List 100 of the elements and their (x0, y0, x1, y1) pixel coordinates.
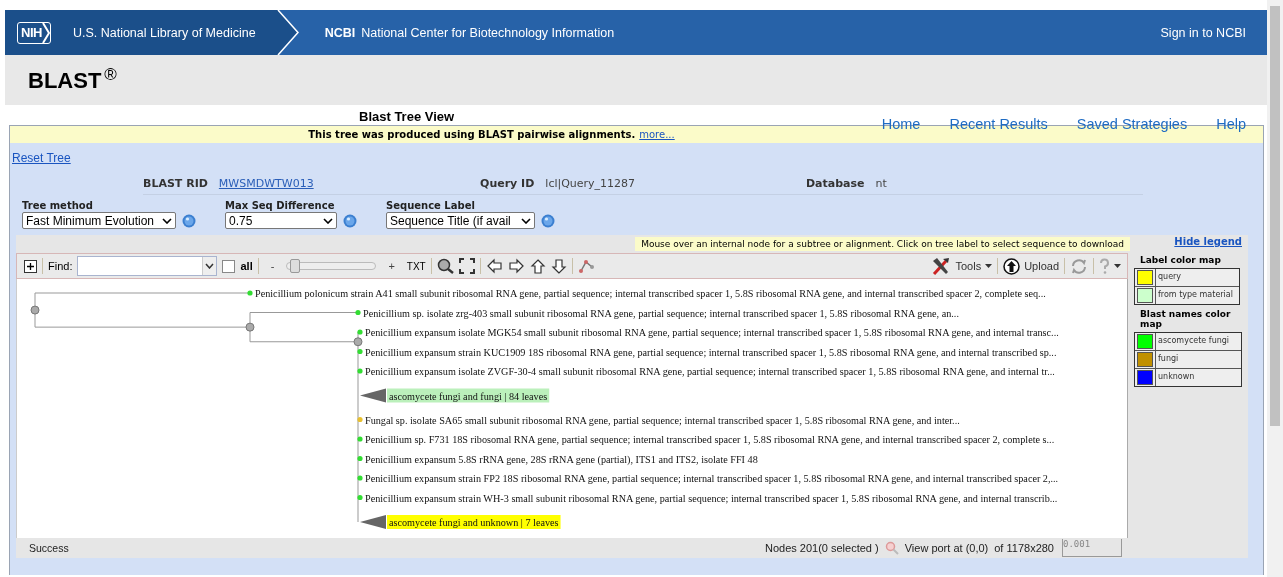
upload-icon (1003, 257, 1021, 275)
expand-icon[interactable] (24, 259, 37, 273)
help-icon[interactable] (541, 213, 555, 228)
leaf-label[interactable]: Penicillium expansum strain FP2 18S ribosomal RNA gene, partial sequence; internal transcribed spacer 1, 5.8S ribosomal RNA gene, and internal transcribed spacer 2,... (365, 473, 1059, 485)
legend-label: ascomycete fungi (1155, 333, 1241, 350)
node-count: Nodes 201(0 selected ) (764, 542, 879, 555)
leaf-node-dot[interactable] (357, 495, 363, 501)
arrow-left-icon[interactable] (485, 258, 503, 275)
leaf-node-dot[interactable] (357, 456, 363, 462)
zoom-slider[interactable] (286, 262, 377, 271)
find-field[interactable] (77, 256, 218, 277)
leaf-label[interactable]: Penicillium expansum strain WH-3 small subunit ribosomal RNA gene, partial sequence; internal transcribed spacer 1, 5.8S ribosomal RNA gene, and internal transcrib... (365, 492, 1058, 504)
leaf-label[interactable]: Fungal sp. isolate SA65 small subunit ribosomal RNA gene, partial sequence; internal transcribed spacer 1, 5.8S ribosomal RNA gene, and inter... (365, 414, 960, 426)
caret-icon (162, 217, 172, 224)
legend-title: Label color map (1140, 255, 1221, 265)
help-menu-button[interactable] (1099, 257, 1121, 275)
status-message: Success (29, 542, 69, 555)
reset-tree-link[interactable]: Reset Tree (12, 151, 71, 165)
option-label: Max Seq Difference (225, 200, 336, 211)
magnifier-icon[interactable] (436, 258, 454, 275)
caret-icon (323, 217, 333, 224)
hint-text: Mouse over an internal node for a subtree or alignment. Click on tree label to select sequence to download (635, 236, 1130, 251)
info-label: BLAST RID (143, 177, 208, 190)
viewport-text: View port at (0,0) (904, 542, 989, 555)
arrow-right-icon[interactable] (507, 258, 525, 275)
zoom-out-button[interactable]: - (263, 260, 282, 273)
internal-node[interactable] (30, 306, 40, 316)
legend-label: query (1155, 269, 1239, 286)
caret-icon (521, 217, 531, 224)
leaf-label[interactable]: Penicillium expansum strain KUC1909 18S ribosomal RNA gene, partial sequence; internal transcribed spacer 1, 5.8S ribosomal RNA gene, and internal transcribed sp... (365, 346, 1057, 358)
tools-icon (931, 257, 952, 276)
collapsed-subtree-icon[interactable] (360, 388, 386, 403)
help-icon[interactable] (343, 213, 357, 228)
txt-button[interactable]: TXT (406, 260, 426, 272)
find-label: Find: (48, 260, 73, 273)
question-mark-icon (1099, 257, 1110, 275)
sign-in-link[interactable]: Sign in to NCBI (1160, 25, 1246, 40)
leaf-label[interactable]: Penicillium expansum isolate ZVGF-30-4 small subunit ribosomal RNA gene, partial sequence; internal transcribed spacer 1, 5.8S ribosomal RNA gene, and internal tr... (365, 366, 1055, 378)
nav-link[interactable]: Saved Strategies (1076, 116, 1188, 132)
leaf-label[interactable]: Penicillium expansum isolate MGK54 small subunit ribosomal RNA gene, partial sequence; internal transcribed spacer 1, 5.8S ribosomal RNA gene, and internal transc... (365, 327, 1059, 339)
leaf-node-dot[interactable] (355, 310, 361, 316)
option-select[interactable]: Fast Minimum Evolution (22, 212, 176, 229)
info-value: lcl|Query_11287 (545, 177, 636, 190)
caret-icon (985, 264, 993, 269)
nih-logo[interactable]: NIH (17, 21, 51, 44)
nav-link[interactable]: Recent Results (949, 116, 1048, 132)
internal-node[interactable] (245, 323, 255, 333)
slider-thumb[interactable] (290, 259, 300, 274)
caret-icon (1114, 264, 1121, 269)
collapsed-subtree-label[interactable]: ascomycete fungi and unknown | 7 leaves (387, 515, 561, 530)
nav-link[interactable]: Home (881, 116, 921, 132)
rid-link[interactable]: MWSMDWTW013 (218, 177, 314, 190)
upload-button[interactable]: Upload (1003, 257, 1059, 275)
collapsed-subtree-label[interactable]: ascomycete fungi and fungi | 84 leaves (387, 388, 550, 403)
refresh-icon[interactable] (1070, 257, 1088, 275)
option-select[interactable]: Sequence Title (if avail (386, 212, 535, 229)
tools-button[interactable]: Tools (931, 257, 993, 276)
leaf-label[interactable]: Penicillium polonicum strain A41 small subunit ribosomal RNA gene, partial sequence; internal transcribed spacer 1, 5.8S ribosomal RNA gene, and internal transcribed spacer 2, complete seq... (255, 288, 1046, 300)
library-link[interactable]: U.S. National Library of Medicine (72, 25, 256, 40)
page-title: Blast Tree View (359, 109, 455, 125)
scale-indicator: 0.001 (1062, 539, 1122, 558)
all-label: all (240, 260, 253, 273)
leaf-node-dot[interactable] (357, 436, 363, 443)
fit-to-screen-icon[interactable] (458, 258, 475, 275)
info-label: Database (806, 177, 865, 190)
nav-link[interactable]: Help (1216, 116, 1246, 132)
app-title: BLAST$^{®}$ (28, 65, 117, 95)
hide-legend-link[interactable]: Hide legend (1174, 236, 1242, 247)
arrow-down-icon[interactable] (550, 257, 567, 275)
leaf-node-dot[interactable] (357, 329, 363, 336)
collapsed-subtree-icon[interactable] (360, 515, 386, 530)
leaf-node-dot[interactable] (357, 417, 363, 423)
ncbi-label: NCBI (324, 25, 356, 40)
caret-icon (205, 263, 215, 270)
arrow-up-icon[interactable] (529, 257, 546, 275)
zoom-in-button[interactable]: + (381, 260, 402, 273)
ncbi-link[interactable]: National Center for Biotechnology Information (361, 25, 615, 40)
leaf-node-dot[interactable] (357, 349, 363, 355)
chevron-icon (41, 21, 50, 44)
help-icon[interactable] (182, 213, 196, 228)
leaf-label[interactable]: Penicillium expansum 5.8S rRNA gene, 28S rRNA gene (partial), ITS1 and ITS2, isolate FFI 48 (365, 453, 758, 465)
legend-title: Blast names color map (1140, 309, 1232, 329)
zoom-icon[interactable] (884, 541, 899, 556)
option-label: Tree method (22, 200, 94, 211)
more-link[interactable]: more... (639, 129, 675, 140)
leaf-node-dot[interactable] (357, 368, 363, 375)
canvas-size-text: of 1178x280 (994, 542, 1054, 555)
leaf-label[interactable]: Penicillium sp. F731 18S ribosomal RNA gene, partial sequence; internal transcribed spacer 1, 5.8S ribosomal RNA gene, and internal transcribed spacer 2, complete s... (365, 434, 1055, 446)
all-checkbox[interactable] (222, 259, 236, 273)
internal-node[interactable] (353, 337, 363, 347)
legend-label: fungi (1155, 351, 1241, 368)
leaf-node-dot[interactable] (247, 290, 253, 297)
option-label: Sequence Label (386, 200, 476, 211)
info-label: Query ID (480, 177, 535, 190)
leaf-node-dot[interactable] (357, 475, 363, 482)
option-select[interactable]: 0.75 (225, 212, 337, 229)
legend-label: unknown (1155, 369, 1241, 386)
reroot-icon[interactable] (577, 258, 594, 275)
notice-text: This tree was produced using BLAST pairwise alignments. (308, 129, 636, 140)
leaf-label[interactable]: Penicillium sp. isolate zrg-403 small subunit ribosomal RNA gene, partial sequence; internal transcribed spacer 1, 5.8S ribosomal RNA gene, an... (363, 307, 959, 319)
